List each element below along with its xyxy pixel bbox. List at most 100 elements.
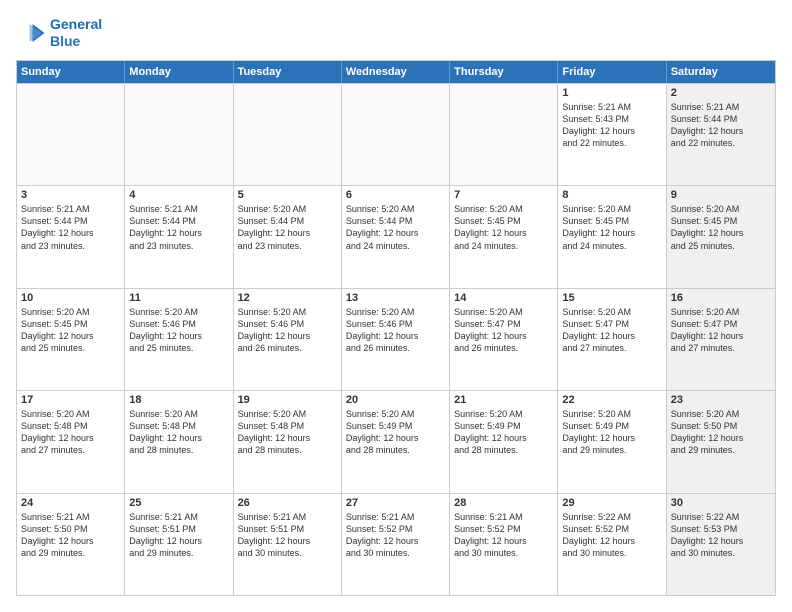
cell-info-line: Sunset: 5:51 PM — [238, 523, 337, 535]
cell-info-line: Daylight: 12 hours — [129, 432, 228, 444]
cell-info-line: Sunrise: 5:20 AM — [21, 306, 120, 318]
day-number: 23 — [671, 394, 771, 406]
calendar-cell-day-2: 2Sunrise: 5:21 AMSunset: 5:44 PMDaylight… — [667, 84, 775, 185]
cell-info-line: and 30 minutes. — [454, 547, 553, 559]
calendar-cell-day-24: 24Sunrise: 5:21 AMSunset: 5:50 PMDayligh… — [17, 494, 125, 595]
cell-info-line: Sunset: 5:47 PM — [671, 318, 771, 330]
cell-info-line: Daylight: 12 hours — [21, 227, 120, 239]
day-number: 5 — [238, 189, 337, 201]
cell-info-line: Sunset: 5:52 PM — [454, 523, 553, 535]
calendar-cell-day-15: 15Sunrise: 5:20 AMSunset: 5:47 PMDayligh… — [558, 289, 666, 390]
cell-info-line: and 29 minutes. — [562, 444, 661, 456]
day-number: 3 — [21, 189, 120, 201]
cell-info-line: and 30 minutes. — [671, 547, 771, 559]
day-number: 28 — [454, 497, 553, 509]
cell-info-line: Sunrise: 5:21 AM — [346, 511, 445, 523]
day-number: 26 — [238, 497, 337, 509]
day-number: 21 — [454, 394, 553, 406]
day-number: 10 — [21, 292, 120, 304]
calendar-cell-day-22: 22Sunrise: 5:20 AMSunset: 5:49 PMDayligh… — [558, 391, 666, 492]
cell-info-line: Sunrise: 5:22 AM — [562, 511, 661, 523]
day-number: 13 — [346, 292, 445, 304]
calendar-cell-day-28: 28Sunrise: 5:21 AMSunset: 5:52 PMDayligh… — [450, 494, 558, 595]
calendar-cell-day-6: 6Sunrise: 5:20 AMSunset: 5:44 PMDaylight… — [342, 186, 450, 287]
cell-info-line: Sunset: 5:44 PM — [346, 215, 445, 227]
cell-info-line: Sunset: 5:45 PM — [454, 215, 553, 227]
calendar-row-2: 3Sunrise: 5:21 AMSunset: 5:44 PMDaylight… — [17, 185, 775, 287]
cell-info-line: Sunrise: 5:20 AM — [346, 408, 445, 420]
cell-info-line: Daylight: 12 hours — [562, 432, 661, 444]
cell-info-line: Sunset: 5:50 PM — [21, 523, 120, 535]
cell-info-line: Sunset: 5:52 PM — [346, 523, 445, 535]
cell-info-line: Sunrise: 5:20 AM — [562, 408, 661, 420]
cell-info-line: Sunrise: 5:20 AM — [238, 306, 337, 318]
cell-info-line: Daylight: 12 hours — [238, 330, 337, 342]
cell-info-line: and 26 minutes. — [238, 342, 337, 354]
day-number: 2 — [671, 87, 771, 99]
cell-info-line: Sunset: 5:51 PM — [129, 523, 228, 535]
day-number: 9 — [671, 189, 771, 201]
cell-info-line: Sunrise: 5:20 AM — [346, 203, 445, 215]
cell-info-line: Sunrise: 5:20 AM — [238, 203, 337, 215]
cell-info-line: Daylight: 12 hours — [671, 330, 771, 342]
cell-info-line: Sunrise: 5:20 AM — [454, 408, 553, 420]
cell-info-line: Daylight: 12 hours — [454, 330, 553, 342]
day-number: 16 — [671, 292, 771, 304]
cell-info-line: Daylight: 12 hours — [454, 432, 553, 444]
cell-info-line: Sunset: 5:48 PM — [21, 420, 120, 432]
cell-info-line: Daylight: 12 hours — [21, 432, 120, 444]
cell-info-line: and 27 minutes. — [671, 342, 771, 354]
cell-info-line: Daylight: 12 hours — [238, 432, 337, 444]
cell-info-line: Sunrise: 5:20 AM — [238, 408, 337, 420]
day-number: 12 — [238, 292, 337, 304]
day-number: 25 — [129, 497, 228, 509]
cell-info-line: Sunrise: 5:20 AM — [129, 306, 228, 318]
calendar-cell-day-20: 20Sunrise: 5:20 AMSunset: 5:49 PMDayligh… — [342, 391, 450, 492]
cell-info-line: Sunrise: 5:20 AM — [671, 408, 771, 420]
cell-info-line: and 28 minutes. — [346, 444, 445, 456]
calendar: SundayMondayTuesdayWednesdayThursdayFrid… — [16, 60, 776, 596]
day-number: 30 — [671, 497, 771, 509]
cell-info-line: Sunrise: 5:21 AM — [21, 203, 120, 215]
cell-info-line: Sunset: 5:49 PM — [346, 420, 445, 432]
weekday-header-friday: Friday — [558, 61, 666, 83]
cell-info-line: and 26 minutes. — [346, 342, 445, 354]
cell-info-line: Sunset: 5:46 PM — [346, 318, 445, 330]
cell-info-line: Sunrise: 5:21 AM — [129, 203, 228, 215]
cell-info-line: and 24 minutes. — [454, 240, 553, 252]
cell-info-line: Sunrise: 5:20 AM — [671, 306, 771, 318]
cell-info-line: Sunset: 5:49 PM — [454, 420, 553, 432]
cell-info-line: Daylight: 12 hours — [238, 227, 337, 239]
calendar-cell-empty — [125, 84, 233, 185]
cell-info-line: and 28 minutes. — [238, 444, 337, 456]
cell-info-line: Sunrise: 5:20 AM — [21, 408, 120, 420]
cell-info-line: and 29 minutes. — [21, 547, 120, 559]
cell-info-line: Sunrise: 5:21 AM — [21, 511, 120, 523]
cell-info-line: Sunrise: 5:20 AM — [562, 306, 661, 318]
calendar-cell-empty — [17, 84, 125, 185]
weekday-header-sunday: Sunday — [17, 61, 125, 83]
day-number: 17 — [21, 394, 120, 406]
cell-info-line: Sunrise: 5:21 AM — [238, 511, 337, 523]
cell-info-line: Sunrise: 5:20 AM — [454, 306, 553, 318]
cell-info-line: Daylight: 12 hours — [346, 227, 445, 239]
cell-info-line: and 28 minutes. — [129, 444, 228, 456]
weekday-header-thursday: Thursday — [450, 61, 558, 83]
day-number: 14 — [454, 292, 553, 304]
cell-info-line: Sunrise: 5:21 AM — [671, 101, 771, 113]
cell-info-line: and 29 minutes. — [671, 444, 771, 456]
calendar-cell-day-8: 8Sunrise: 5:20 AMSunset: 5:45 PMDaylight… — [558, 186, 666, 287]
cell-info-line: Sunrise: 5:21 AM — [454, 511, 553, 523]
cell-info-line: Daylight: 12 hours — [454, 227, 553, 239]
calendar-cell-empty — [342, 84, 450, 185]
calendar-cell-day-11: 11Sunrise: 5:20 AMSunset: 5:46 PMDayligh… — [125, 289, 233, 390]
calendar-cell-day-12: 12Sunrise: 5:20 AMSunset: 5:46 PMDayligh… — [234, 289, 342, 390]
cell-info-line: Sunrise: 5:20 AM — [562, 203, 661, 215]
cell-info-line: Sunrise: 5:21 AM — [129, 511, 228, 523]
cell-info-line: Sunrise: 5:20 AM — [454, 203, 553, 215]
calendar-cell-day-18: 18Sunrise: 5:20 AMSunset: 5:48 PMDayligh… — [125, 391, 233, 492]
day-number: 7 — [454, 189, 553, 201]
cell-info-line: Sunrise: 5:21 AM — [562, 101, 661, 113]
cell-info-line: Daylight: 12 hours — [562, 330, 661, 342]
cell-info-line: and 30 minutes. — [238, 547, 337, 559]
